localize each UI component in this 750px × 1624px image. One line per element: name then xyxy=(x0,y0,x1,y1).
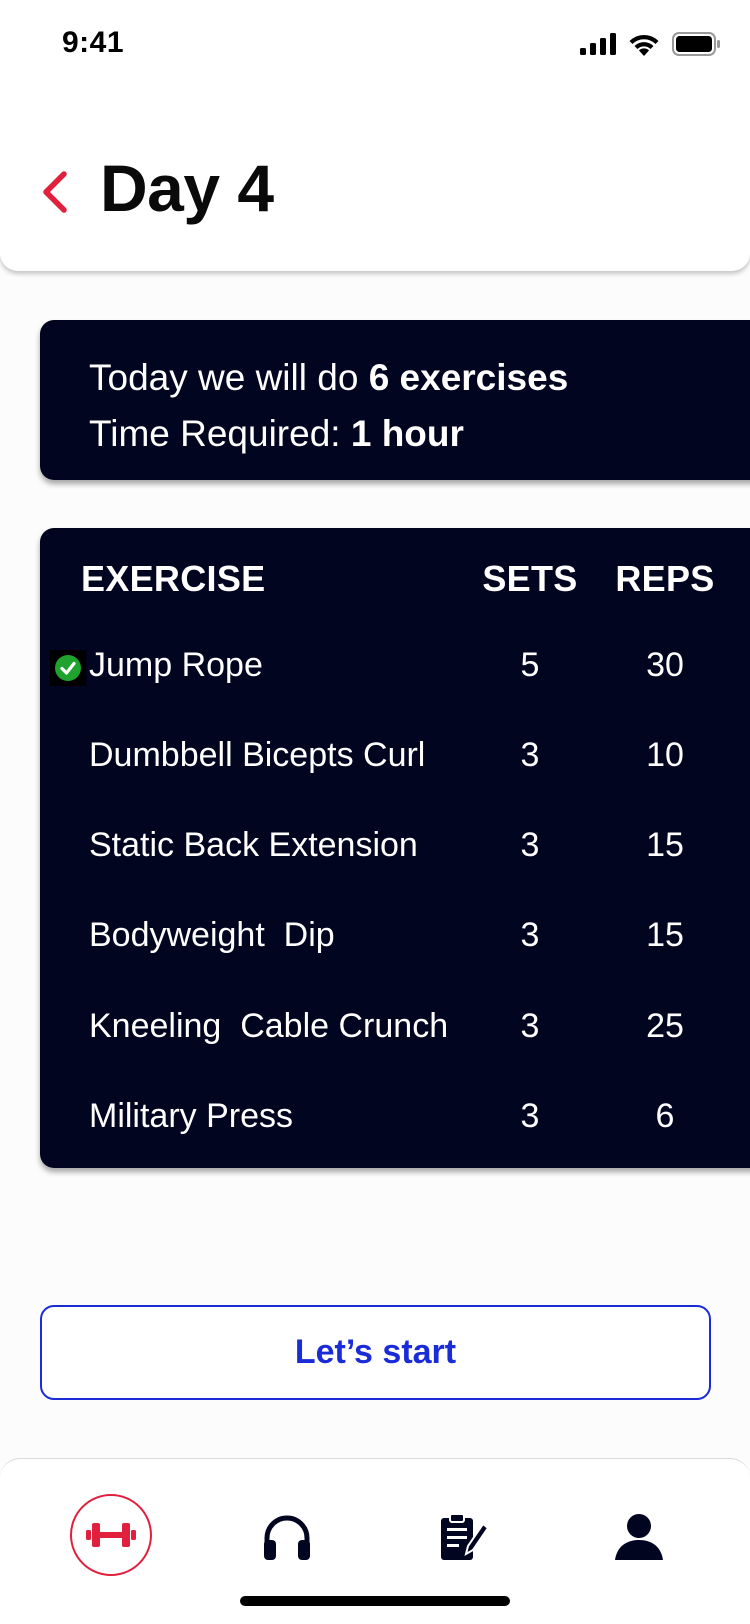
start-button[interactable]: Let’s start xyxy=(40,1305,711,1400)
exercise-sets: 5 xyxy=(520,646,540,684)
time-required-label: Time Required: xyxy=(89,413,351,454)
headphones-icon xyxy=(264,1515,310,1560)
exercise-row-jump-rope[interactable]: Jump Rope 5 30 xyxy=(40,638,750,698)
clipboard-edit-icon xyxy=(441,1513,488,1560)
exercise-reps: 15 xyxy=(646,826,684,864)
home-indicator xyxy=(240,1596,510,1606)
exercise-sets: 3 xyxy=(520,916,540,954)
exercise-name: Jump Rope xyxy=(89,646,263,684)
exercise-row-dumbbell-curl[interactable]: Dumbbell Bicepts Curl 3 10 xyxy=(40,728,750,788)
column-header-sets: SETS xyxy=(482,558,578,599)
page-title: Day 4 xyxy=(100,151,274,225)
exercise-sets: 3 xyxy=(520,826,540,864)
chevron-left-icon xyxy=(43,171,67,213)
time-required-value: 1 hour xyxy=(350,413,464,454)
exercise-sets: 3 xyxy=(520,1007,540,1045)
exercise-reps: 30 xyxy=(646,646,684,684)
column-header-reps: REPS xyxy=(615,558,715,599)
battery-icon xyxy=(672,32,720,56)
tab-profile[interactable] xyxy=(597,1495,681,1579)
summary-card: Today we will do 6 exercises Time Requir… xyxy=(40,320,750,480)
exercise-sets: 3 xyxy=(520,1097,540,1135)
exercise-row-back-extension[interactable]: Static Back Extension 3 15 xyxy=(40,818,750,878)
exercise-count-value: 6 exercises xyxy=(368,357,569,398)
back-button[interactable] xyxy=(38,168,72,216)
time-required-line: Time Required: 1 hour xyxy=(89,406,750,462)
exercise-table: EXERCISE SETS REPS Jump Rope 5 30 Dumbbe… xyxy=(40,528,750,1168)
exercise-count-line: Today we will do 6 exercises xyxy=(89,350,750,406)
user-icon xyxy=(615,1514,663,1560)
status-time: 9:41 xyxy=(62,26,125,59)
tab-audio[interactable] xyxy=(245,1495,329,1579)
signal-icon xyxy=(580,33,616,55)
exercise-name: Dumbbell Bicepts Curl xyxy=(89,736,426,774)
exercise-name: Military Press xyxy=(89,1097,294,1135)
exercise-reps: 10 xyxy=(646,736,684,774)
exercise-name: Kneeling Cable Crunch xyxy=(89,1007,449,1045)
exercise-row-cable-crunch[interactable]: Kneeling Cable Crunch 3 25 xyxy=(40,999,750,1059)
exercise-reps: 25 xyxy=(646,1007,684,1045)
column-header-exercise: EXERCISE xyxy=(81,558,266,599)
check-circle-icon xyxy=(50,650,86,686)
tab-workout[interactable] xyxy=(70,1494,152,1576)
wifi-icon xyxy=(629,34,659,56)
status-icons xyxy=(580,32,720,56)
header: 9:41 Day 4 xyxy=(0,0,750,271)
dumbbell-icon xyxy=(86,1523,136,1547)
exercise-name: Static Back Extension xyxy=(89,826,418,864)
exercise-row-military-press[interactable]: Military Press 3 6 xyxy=(40,1089,750,1149)
exercise-reps: 6 xyxy=(655,1097,675,1135)
exercise-count-label: Today we will do xyxy=(89,357,369,398)
exercise-sets: 3 xyxy=(520,736,540,774)
tab-plan[interactable] xyxy=(421,1495,505,1579)
exercise-row-bodyweight-dip[interactable]: Bodyweight Dip 3 15 xyxy=(40,908,750,968)
exercise-reps: 15 xyxy=(646,916,684,954)
exercise-name: Bodyweight Dip xyxy=(89,916,335,954)
status-bar: 9:41 xyxy=(0,0,750,90)
